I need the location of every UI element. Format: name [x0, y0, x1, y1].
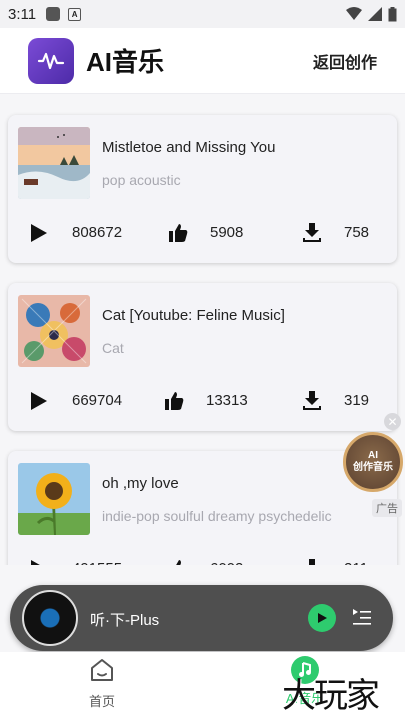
download-count: 319 — [344, 392, 370, 409]
home-icon — [91, 659, 113, 681]
status-time: 3:11 — [8, 5, 37, 23]
download-count: 211 — [344, 560, 368, 565]
song-list[interactable]: Mistletoe and Missing You pop acoustic 8… — [0, 95, 405, 565]
thumbs-up-icon[interactable] — [168, 223, 188, 243]
song-stats: 669704 13313 319 — [8, 387, 397, 415]
song-stats: 808672 5908 758 — [8, 219, 397, 247]
download-count: 758 — [344, 224, 370, 241]
app-logo-icon — [28, 37, 74, 84]
ad-line2: 创作音乐 — [353, 462, 393, 473]
wifi-icon — [346, 7, 362, 20]
play-count: 808672 — [72, 224, 123, 241]
song-cover-image — [18, 463, 90, 535]
thumbs-up-icon[interactable] — [164, 391, 184, 411]
watermark: 大玩家 — [282, 676, 380, 716]
app-notification-icon: A — [68, 7, 82, 21]
song-card[interactable]: Mistletoe and Missing You pop acoustic 8… — [8, 115, 397, 263]
download-icon[interactable] — [302, 559, 322, 565]
song-cover-image — [18, 295, 90, 367]
play-icon[interactable] — [30, 391, 48, 411]
play-count: 669704 — [72, 392, 123, 409]
song-tag: indie-pop soulful dreamy psychedelic — [102, 508, 332, 524]
like-count: 13313 — [206, 392, 248, 409]
song-card[interactable]: Cat [Youtube: Feline Music] Cat 669704 1… — [8, 283, 397, 431]
song-tag: Cat — [102, 340, 124, 356]
song-stats: 491555 6002 211 — [8, 555, 397, 565]
notification-icon — [46, 7, 61, 21]
song-title: Cat [Youtube: Feline Music] — [102, 307, 285, 324]
floating-ad-button[interactable]: AI 创作音乐 — [343, 432, 403, 492]
play-icon[interactable] — [30, 223, 48, 243]
play-count: 491555 — [72, 560, 122, 565]
playlist-queue-icon[interactable] — [352, 607, 372, 627]
thumbs-up-icon[interactable] — [168, 559, 188, 565]
song-title: oh ,my love — [102, 475, 179, 492]
ad-line1: AI — [368, 450, 378, 461]
song-card[interactable]: oh ,my love indie-pop soulful dreamy psy… — [8, 451, 397, 565]
download-icon[interactable] — [302, 223, 322, 243]
now-playing-title: 听·下-Plus — [90, 612, 160, 629]
tab-home[interactable]: 首页 — [82, 658, 122, 710]
download-icon[interactable] — [302, 391, 322, 411]
song-title: Mistletoe and Missing You — [102, 139, 276, 156]
play-icon[interactable] — [30, 559, 48, 565]
status-bar: 3:11 A — [0, 0, 405, 28]
app-header: AI音乐 返回创作 — [0, 28, 405, 94]
vinyl-disc-icon — [22, 590, 78, 646]
tab-home-label: 首页 — [88, 694, 115, 709]
ad-close-button[interactable]: ✕ — [384, 413, 401, 430]
like-count: 6002 — [210, 560, 243, 565]
player-play-button[interactable] — [308, 604, 336, 632]
ad-badge: 广告 — [372, 499, 402, 517]
play-icon — [318, 613, 327, 623]
battery-icon — [388, 6, 397, 21]
song-cover-image — [18, 127, 90, 199]
back-to-create-button[interactable]: 返回创作 — [313, 49, 377, 73]
like-count: 5908 — [210, 224, 244, 241]
page-title: AI音乐 — [86, 47, 165, 77]
song-tag: pop acoustic — [102, 172, 181, 188]
signal-icon — [368, 7, 382, 21]
mini-player[interactable]: 听·下-Plus — [10, 585, 393, 651]
